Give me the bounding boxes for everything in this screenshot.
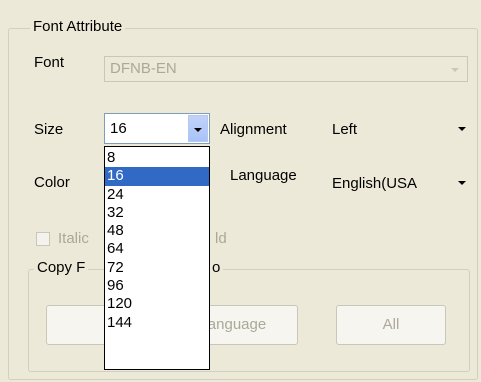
font-select: DFNB-EN bbox=[104, 56, 468, 82]
color-label: Color bbox=[34, 174, 70, 191]
alignment-select-value: Left bbox=[332, 121, 358, 138]
copy-group-legend-right: o bbox=[209, 259, 224, 277]
size-option[interactable]: 144 bbox=[105, 314, 209, 332]
size-option[interactable]: 24 bbox=[105, 186, 209, 204]
size-option[interactable]: 32 bbox=[105, 204, 209, 222]
size-dropdown-button[interactable] bbox=[188, 115, 208, 142]
language-label: Language bbox=[230, 167, 297, 184]
alignment-label: Alignment bbox=[220, 121, 287, 138]
size-option[interactable]: 120 bbox=[105, 295, 209, 313]
language-select-value: English(USA bbox=[332, 175, 418, 192]
font-select-value: DFNB-EN bbox=[110, 60, 177, 77]
size-option[interactable]: 72 bbox=[105, 259, 209, 277]
chevron-down-icon bbox=[458, 127, 466, 131]
size-option[interactable]: 48 bbox=[105, 222, 209, 240]
bold-label: ld bbox=[215, 230, 227, 247]
size-dropdown-list[interactable]: 8 16 24 32 48 64 72 96 120 144 bbox=[104, 146, 210, 370]
size-option[interactable]: 96 bbox=[105, 277, 209, 295]
size-select-value: 16 bbox=[110, 120, 127, 137]
size-option[interactable]: 16 bbox=[105, 167, 209, 186]
font-label: Font bbox=[34, 54, 65, 71]
size-label: Size bbox=[34, 121, 64, 138]
language-select[interactable]: English(USA bbox=[326, 166, 472, 197]
font-attribute-legend: Font Attribute bbox=[30, 18, 126, 36]
size-select[interactable]: 16 bbox=[104, 113, 210, 144]
chevron-down-icon bbox=[458, 181, 466, 185]
size-option[interactable]: 64 bbox=[105, 240, 209, 258]
copy-group-legend-left: Copy F bbox=[34, 259, 89, 277]
alignment-select[interactable]: Left bbox=[326, 113, 472, 144]
all-button[interactable]: All bbox=[336, 305, 446, 345]
italic-checkbox[interactable] bbox=[36, 232, 50, 246]
chevron-down-icon bbox=[194, 128, 202, 132]
size-option[interactable]: 8 bbox=[105, 149, 209, 167]
italic-label: Italic bbox=[58, 230, 89, 247]
chevron-down-icon bbox=[451, 68, 459, 72]
